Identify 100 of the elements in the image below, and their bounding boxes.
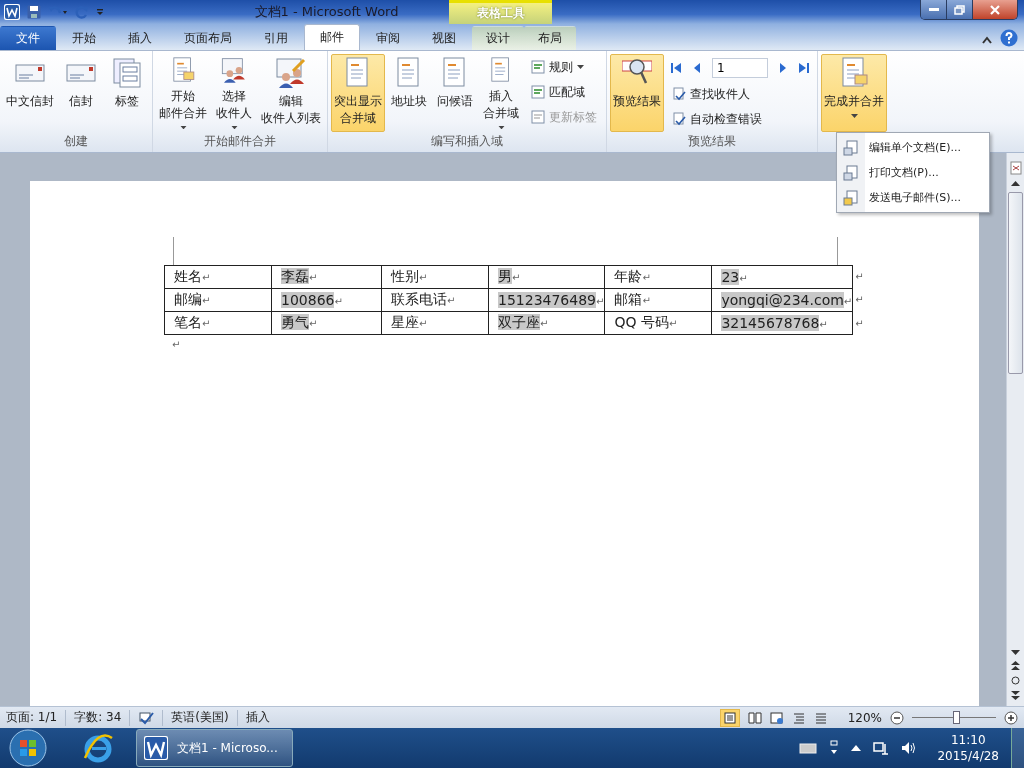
ribbon-tab[interactable]: 视图 <box>416 26 472 50</box>
menu-item[interactable]: 打印文档(P)... <box>869 165 939 180</box>
ribbon-small-button[interactable]: 规则 <box>529 56 599 78</box>
paragraph-mark: ↵ <box>843 296 853 307</box>
zoom-slider[interactable] <box>912 709 996 726</box>
paragraph-mark: ↵ <box>819 319 828 330</box>
minimize-button[interactable] <box>921 0 947 19</box>
row-end-mark: ↵ <box>855 271 864 283</box>
scroll-up-icon[interactable] <box>1011 181 1020 186</box>
reading-layout-icon[interactable] <box>747 710 762 725</box>
show-desktop-button[interactable] <box>1011 728 1024 768</box>
customize-caret-icon[interactable] <box>96 6 104 18</box>
table-cell-text: QQ 号码 <box>614 314 669 330</box>
context-tab-header: 表格工具 <box>449 0 552 24</box>
file-tab[interactable]: 文件 <box>0 26 56 50</box>
ribbon-small-button[interactable]: 查找收件人 <box>670 83 810 105</box>
paragraph-mark: ↵ <box>642 295 651 306</box>
collapse-ribbon-icon[interactable] <box>982 36 992 44</box>
help-icon[interactable] <box>1000 29 1018 47</box>
clock-date[interactable]: 2015/4/28 <box>937 748 999 764</box>
menu-item[interactable]: 发送电子邮件(S)... <box>869 190 962 205</box>
taskbar-button[interactable]: 文档1 - Microso... <box>136 729 293 767</box>
table-cell-text: 勇气 <box>281 314 309 330</box>
ribbon-button[interactable]: 编辑 收件人列表 <box>258 54 324 132</box>
menu-item[interactable]: 编辑单个文档(E)... <box>869 140 962 155</box>
ribbon-small-button[interactable]: 匹配域 <box>529 81 599 103</box>
browser-icon[interactable] <box>82 732 114 764</box>
paragraph-mark: ↵ <box>419 272 428 283</box>
ribbon-button[interactable]: 标签 <box>105 54 149 132</box>
ribbon-button[interactable]: 地址块 <box>387 54 431 132</box>
insert-mode-indicator[interactable]: 插入 <box>245 709 270 726</box>
show-hidden-icons-icon[interactable] <box>851 745 862 751</box>
ribbon-tab[interactable]: 审阅 <box>360 26 416 50</box>
word-logo-icon[interactable] <box>4 4 20 20</box>
start-button-icon[interactable] <box>8 728 48 768</box>
ribbon-button[interactable]: 预览结果 <box>610 54 664 132</box>
proofing-check-icon[interactable] <box>138 710 155 725</box>
paragraph-mark: ↵ <box>202 295 211 306</box>
close-button[interactable] <box>973 0 1017 19</box>
zoom-in-icon[interactable] <box>1004 710 1018 725</box>
last-record-icon[interactable] <box>798 62 810 74</box>
browse-object-icon[interactable] <box>1011 676 1020 685</box>
ribbon-tab[interactable]: 开始 <box>56 26 112 50</box>
table-cell-text: 联系电话 <box>391 291 447 307</box>
paragraph-mark: ↵ <box>447 295 456 306</box>
scroll-down-icon[interactable] <box>1011 650 1020 655</box>
next-record-icon[interactable] <box>778 62 788 74</box>
language-indicator[interactable]: 英语(美国) <box>171 709 229 726</box>
ribbon-button[interactable]: 突出显示 合并域 <box>331 54 385 132</box>
vertical-scrollbar[interactable] <box>1006 153 1024 706</box>
record-field[interactable]: 1 <box>712 58 768 78</box>
table-cell-text: 邮编 <box>174 291 202 307</box>
ribbon-button[interactable]: 完成并合并 <box>821 54 887 132</box>
page-count[interactable]: 页面: 1/1 <box>6 709 58 726</box>
scroll-thumb[interactable] <box>1008 192 1023 374</box>
ribbon-tab[interactable]: 布局 <box>524 26 576 50</box>
zoom-level[interactable]: 120% <box>847 710 882 725</box>
ribbon-button[interactable]: 信封 <box>59 54 103 132</box>
next-page-icon[interactable] <box>1011 691 1020 700</box>
previous-page-icon[interactable] <box>1011 661 1020 670</box>
zoom-slider-thumb[interactable] <box>952 710 960 724</box>
ribbon-tab[interactable]: 邮件 <box>304 24 360 50</box>
word-count[interactable]: 字数: 34 <box>74 709 122 726</box>
group-label: 创建 <box>63 133 89 150</box>
ribbon-tab[interactable]: 引用 <box>248 26 304 50</box>
paragraph-mark: ↵ <box>596 296 605 307</box>
ribbon-tab[interactable]: 页面布局 <box>168 26 248 50</box>
paragraph-mark: ↵ <box>668 318 678 329</box>
ribbon-button[interactable]: 中文信封 <box>3 54 57 132</box>
paragraph-mark: ↵ <box>334 296 343 307</box>
paragraph-mark: ↵ <box>642 272 651 283</box>
ruler-toggle-icon[interactable] <box>1009 161 1022 175</box>
ribbon-button[interactable]: 问候语 <box>433 54 477 132</box>
table-cell-text: 星座 <box>391 314 419 330</box>
paragraph-mark: ↵ <box>540 318 549 329</box>
web-layout-icon[interactable] <box>769 710 784 725</box>
draft-icon[interactable] <box>813 710 828 725</box>
ribbon-small-button[interactable]: 自动检查错误 <box>670 108 810 130</box>
network-arrows-icon[interactable] <box>829 740 840 756</box>
first-record-icon[interactable] <box>670 62 682 74</box>
keyboard-icon[interactable] <box>799 742 818 754</box>
paragraph-mark: ↵ <box>202 318 211 329</box>
ribbon-button[interactable]: 开始 邮件合并 <box>156 54 210 132</box>
ribbon-button[interactable]: 插入 合并域 <box>479 54 523 132</box>
clock-time[interactable]: 11:10 <box>950 732 986 748</box>
ribbon-tab[interactable]: 插入 <box>112 26 168 50</box>
outline-icon[interactable] <box>791 710 806 725</box>
ribbon-button[interactable]: 选择 收件人 <box>212 54 256 132</box>
ribbon-tab[interactable]: 设计 <box>472 26 524 50</box>
table-cell-text: 性别 <box>391 268 419 284</box>
save-icon[interactable] <box>27 5 41 19</box>
zoom-out-icon[interactable] <box>890 710 904 725</box>
network-icon[interactable] <box>873 740 890 756</box>
document-icon <box>843 139 859 156</box>
speaker-icon[interactable] <box>901 740 918 756</box>
print-layout-icon[interactable] <box>719 708 740 727</box>
row-end-mark: ↵ <box>855 294 864 306</box>
window-title: 文档1 - Microsoft Word <box>253 3 400 21</box>
previous-record-icon[interactable] <box>692 62 702 74</box>
restore-button[interactable] <box>947 0 973 19</box>
